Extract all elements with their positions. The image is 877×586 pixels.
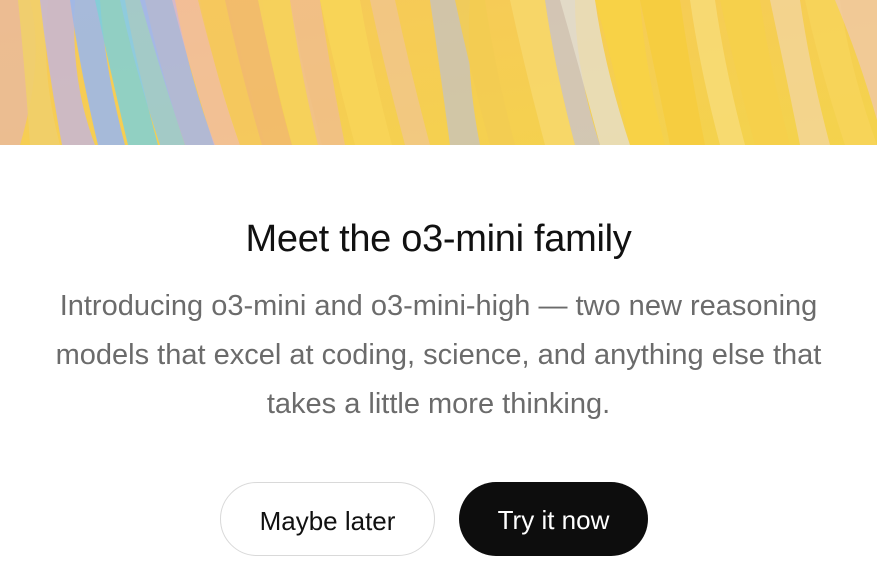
announcement-dialog: Meet the o3-mini family Introducing o3-m… [0,0,877,586]
maybe-later-button[interactable]: Maybe later [220,482,435,556]
hero-artwork [0,0,877,145]
try-it-now-button[interactable]: Try it now [459,482,648,556]
dialog-description: Introducing o3-mini and o3-mini-high — t… [55,290,822,420]
dialog-title: Meet the o3-mini family [245,218,632,260]
